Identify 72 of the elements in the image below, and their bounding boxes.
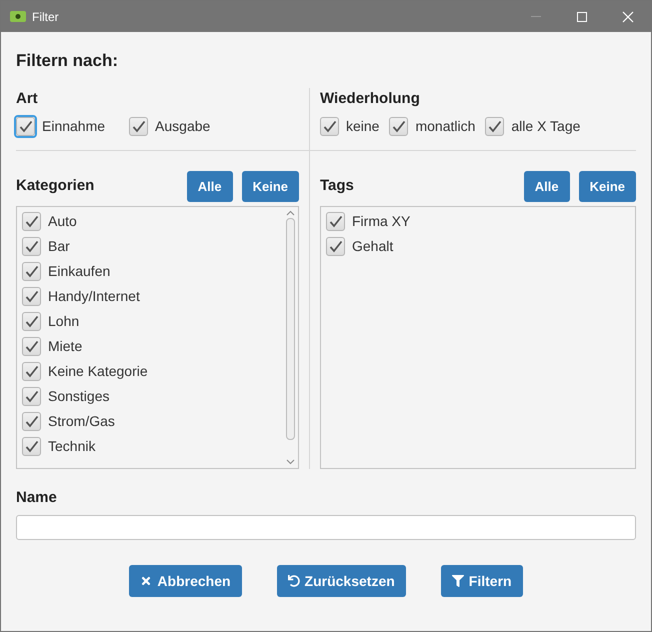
option-label: Einnahme — [42, 116, 106, 136]
dialog-heading: Filtern nach: — [16, 50, 120, 72]
checkbox[interactable] — [22, 262, 41, 280]
option-label: Handy/Internet — [48, 286, 140, 306]
select-button[interactable]: Alle — [186, 171, 233, 202]
option-label: Miete — [48, 336, 82, 356]
checkbox[interactable] — [326, 236, 345, 256]
option-label: monatlich — [415, 116, 476, 136]
undo-icon — [288, 575, 300, 587]
check-icon — [24, 240, 38, 252]
check-icon — [132, 120, 146, 132]
option-label: Keine Kategorie — [48, 362, 148, 380]
checkbox[interactable] — [320, 116, 339, 136]
option-label: Strom/Gas — [48, 412, 115, 430]
name-input-field[interactable] — [16, 515, 636, 540]
option-label: keine — [346, 116, 380, 136]
action-button[interactable]: Filtern — [440, 565, 523, 597]
check-icon — [392, 120, 406, 132]
checkbox[interactable] — [22, 362, 41, 380]
check-icon — [24, 364, 38, 378]
check-icon — [24, 390, 38, 402]
section-title: Wiederholung — [320, 89, 421, 109]
checkbox[interactable] — [22, 286, 41, 306]
check-icon — [328, 214, 342, 228]
checkbox[interactable] — [22, 312, 41, 330]
option-label: alle X Tage — [511, 116, 580, 136]
checkbox[interactable] — [485, 116, 504, 136]
option-label: Einkaufen — [48, 262, 110, 280]
select-button[interactable]: Alle — [524, 171, 570, 202]
window-title: Filter — [32, 8, 59, 26]
checkbox[interactable] — [326, 212, 345, 230]
check-icon — [328, 240, 342, 252]
check-icon — [24, 214, 38, 228]
check-icon — [24, 314, 38, 328]
check-icon — [24, 290, 38, 302]
checkbox[interactable] — [129, 116, 148, 136]
scroll-down-icon[interactable] — [286, 458, 295, 464]
checkbox[interactable] — [22, 236, 41, 256]
checkbox[interactable] — [22, 336, 41, 356]
scrollbar-thumb[interactable] — [286, 218, 295, 440]
section-title: Kategorien — [16, 176, 94, 196]
section-title: Art — [16, 89, 39, 109]
checkbox[interactable] — [22, 212, 41, 230]
action-button[interactable]: Zurücksetzen — [276, 565, 406, 597]
action-button[interactable]: Abbrechen — [129, 565, 242, 597]
close-icon — [140, 575, 152, 587]
option-label: Bar — [48, 236, 70, 256]
option-label: Sonstiges — [48, 386, 110, 406]
section-title: Tags — [320, 176, 354, 196]
option-label: Ausgabe — [155, 116, 210, 136]
option-label: Auto — [48, 212, 77, 230]
filter-icon — [452, 575, 464, 587]
check-icon — [24, 414, 38, 428]
option-label: Firma XY — [352, 212, 410, 230]
check-icon — [18, 120, 32, 132]
select-button[interactable]: Keine — [242, 171, 299, 202]
field-label: Name — [16, 488, 58, 508]
checkbox[interactable] — [22, 412, 41, 430]
check-icon — [24, 264, 38, 278]
option-label: Technik — [48, 436, 96, 456]
option-label: Gehalt — [352, 236, 394, 256]
check-icon — [488, 120, 502, 132]
select-button[interactable]: Keine — [578, 171, 636, 202]
app-icon — [10, 11, 26, 22]
option-label: Lohn — [48, 312, 80, 330]
check-icon — [322, 120, 336, 132]
scroll-up-icon[interactable] — [286, 210, 295, 216]
checkbox[interactable] — [22, 386, 41, 406]
check-icon — [24, 440, 38, 452]
checkbox[interactable] — [22, 436, 41, 456]
checkbox[interactable] — [389, 116, 408, 136]
check-icon — [24, 340, 38, 352]
